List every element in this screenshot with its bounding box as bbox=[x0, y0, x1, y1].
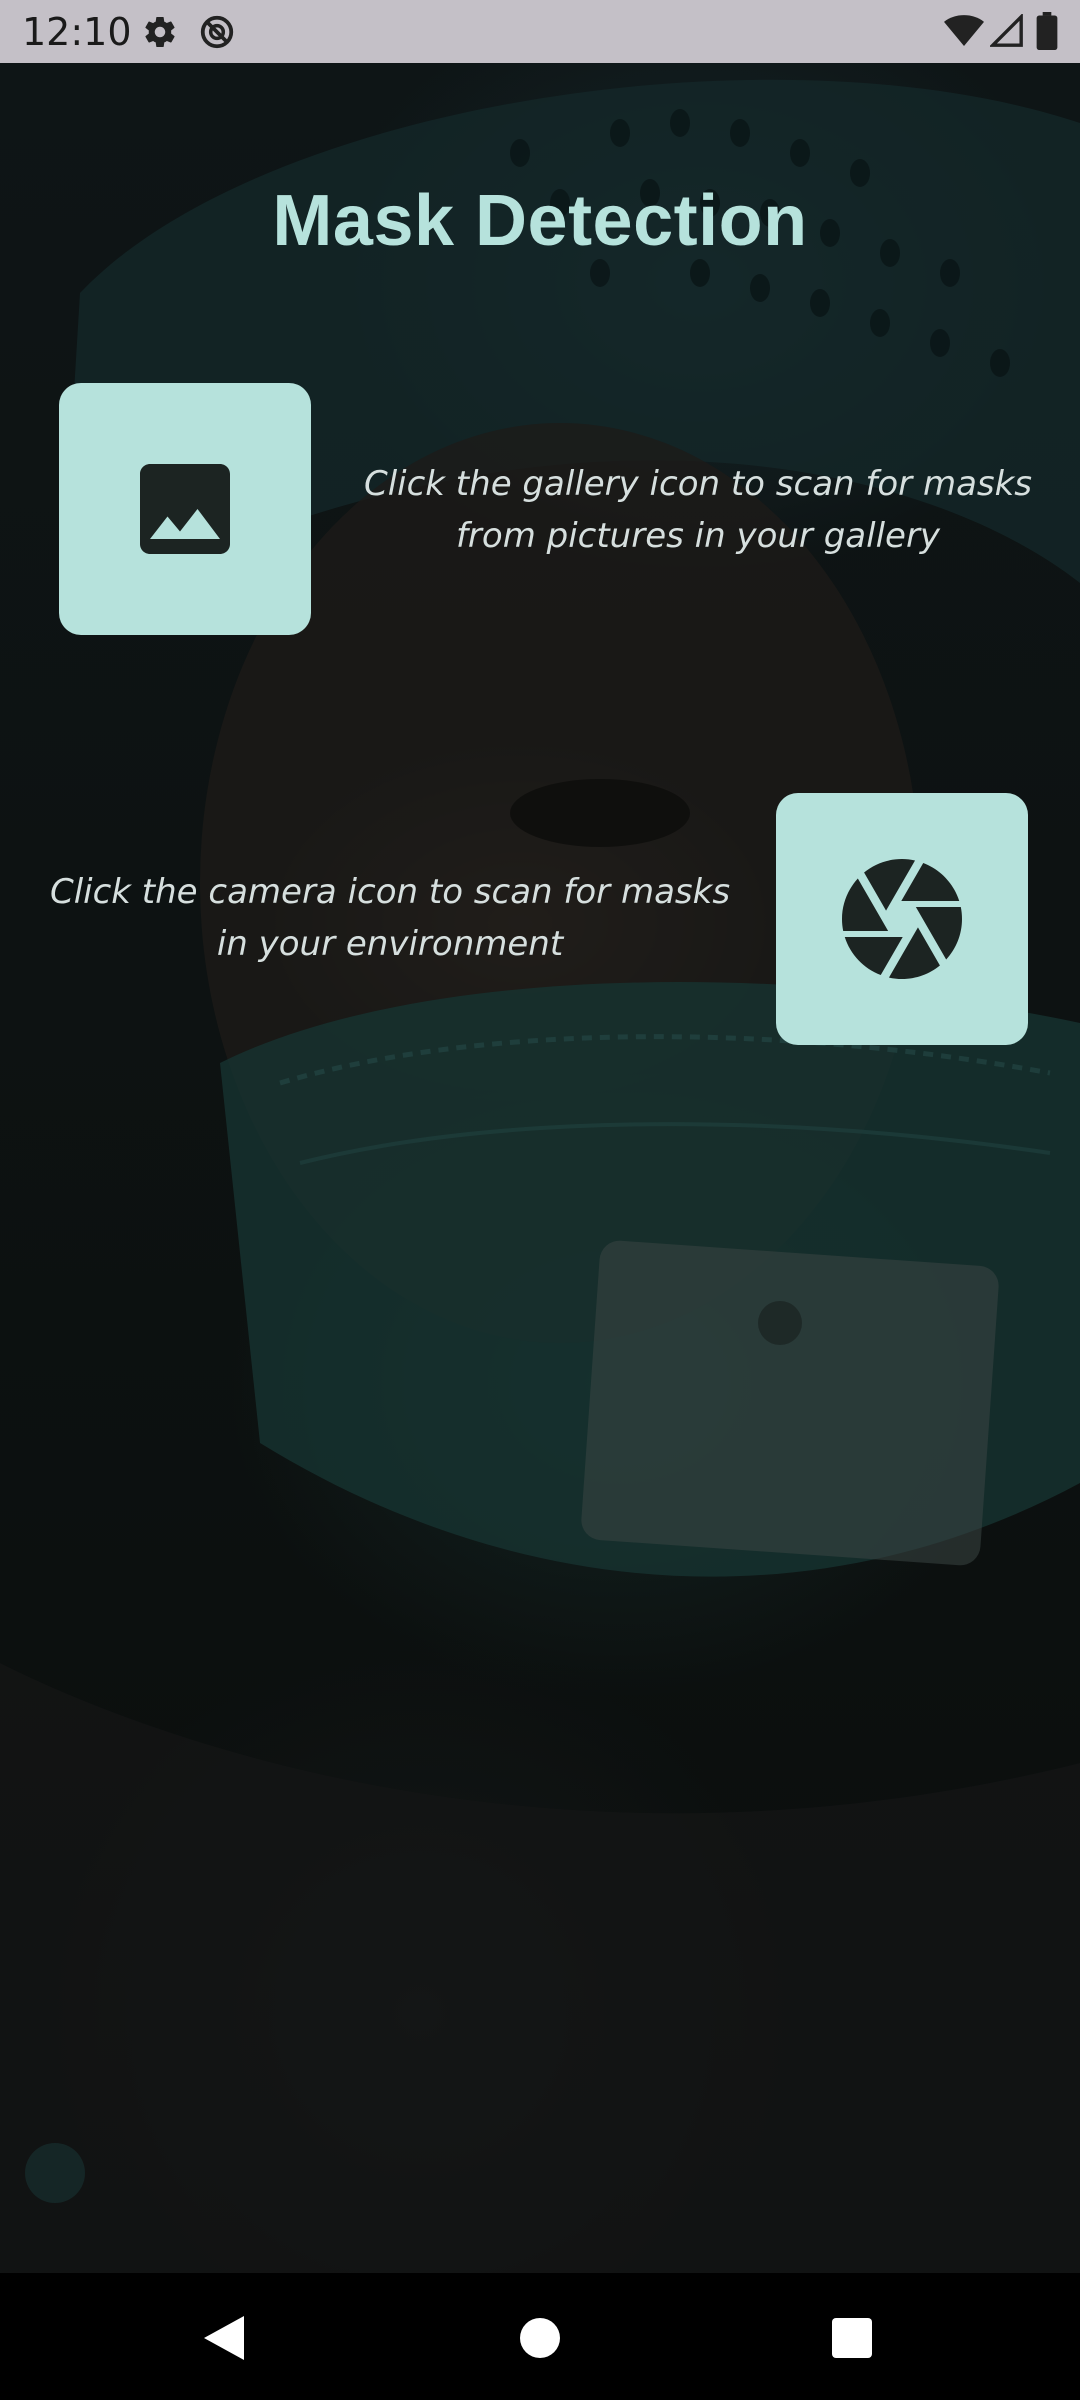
gallery-hint: Click the gallery icon to scan for masks… bbox=[363, 464, 1033, 556]
signal-icon bbox=[990, 14, 1023, 47]
back-icon[interactable] bbox=[204, 2316, 244, 2360]
gallery-button[interactable] bbox=[59, 383, 311, 635]
navigation-bar bbox=[0, 2273, 1080, 2400]
battery-icon bbox=[1036, 12, 1058, 50]
settings-icon bbox=[145, 17, 175, 48]
wifi-icon bbox=[944, 15, 984, 46]
status-time: 12:10 bbox=[22, 10, 132, 54]
recents-icon[interactable] bbox=[832, 2318, 872, 2358]
image-icon bbox=[140, 464, 230, 554]
screen: 12:10 Mask Detection Click the gallery i… bbox=[0, 0, 1080, 2400]
page-title: Mask Detection bbox=[272, 181, 808, 261]
no-sync-icon bbox=[200, 15, 234, 49]
camera-button[interactable] bbox=[776, 793, 1028, 1045]
camera-hint: Click the camera icon to scan for masks … bbox=[49, 872, 731, 964]
home-icon[interactable] bbox=[520, 2318, 560, 2358]
camera-shutter-icon bbox=[842, 859, 962, 979]
status-bar: 12:10 bbox=[0, 0, 1080, 63]
